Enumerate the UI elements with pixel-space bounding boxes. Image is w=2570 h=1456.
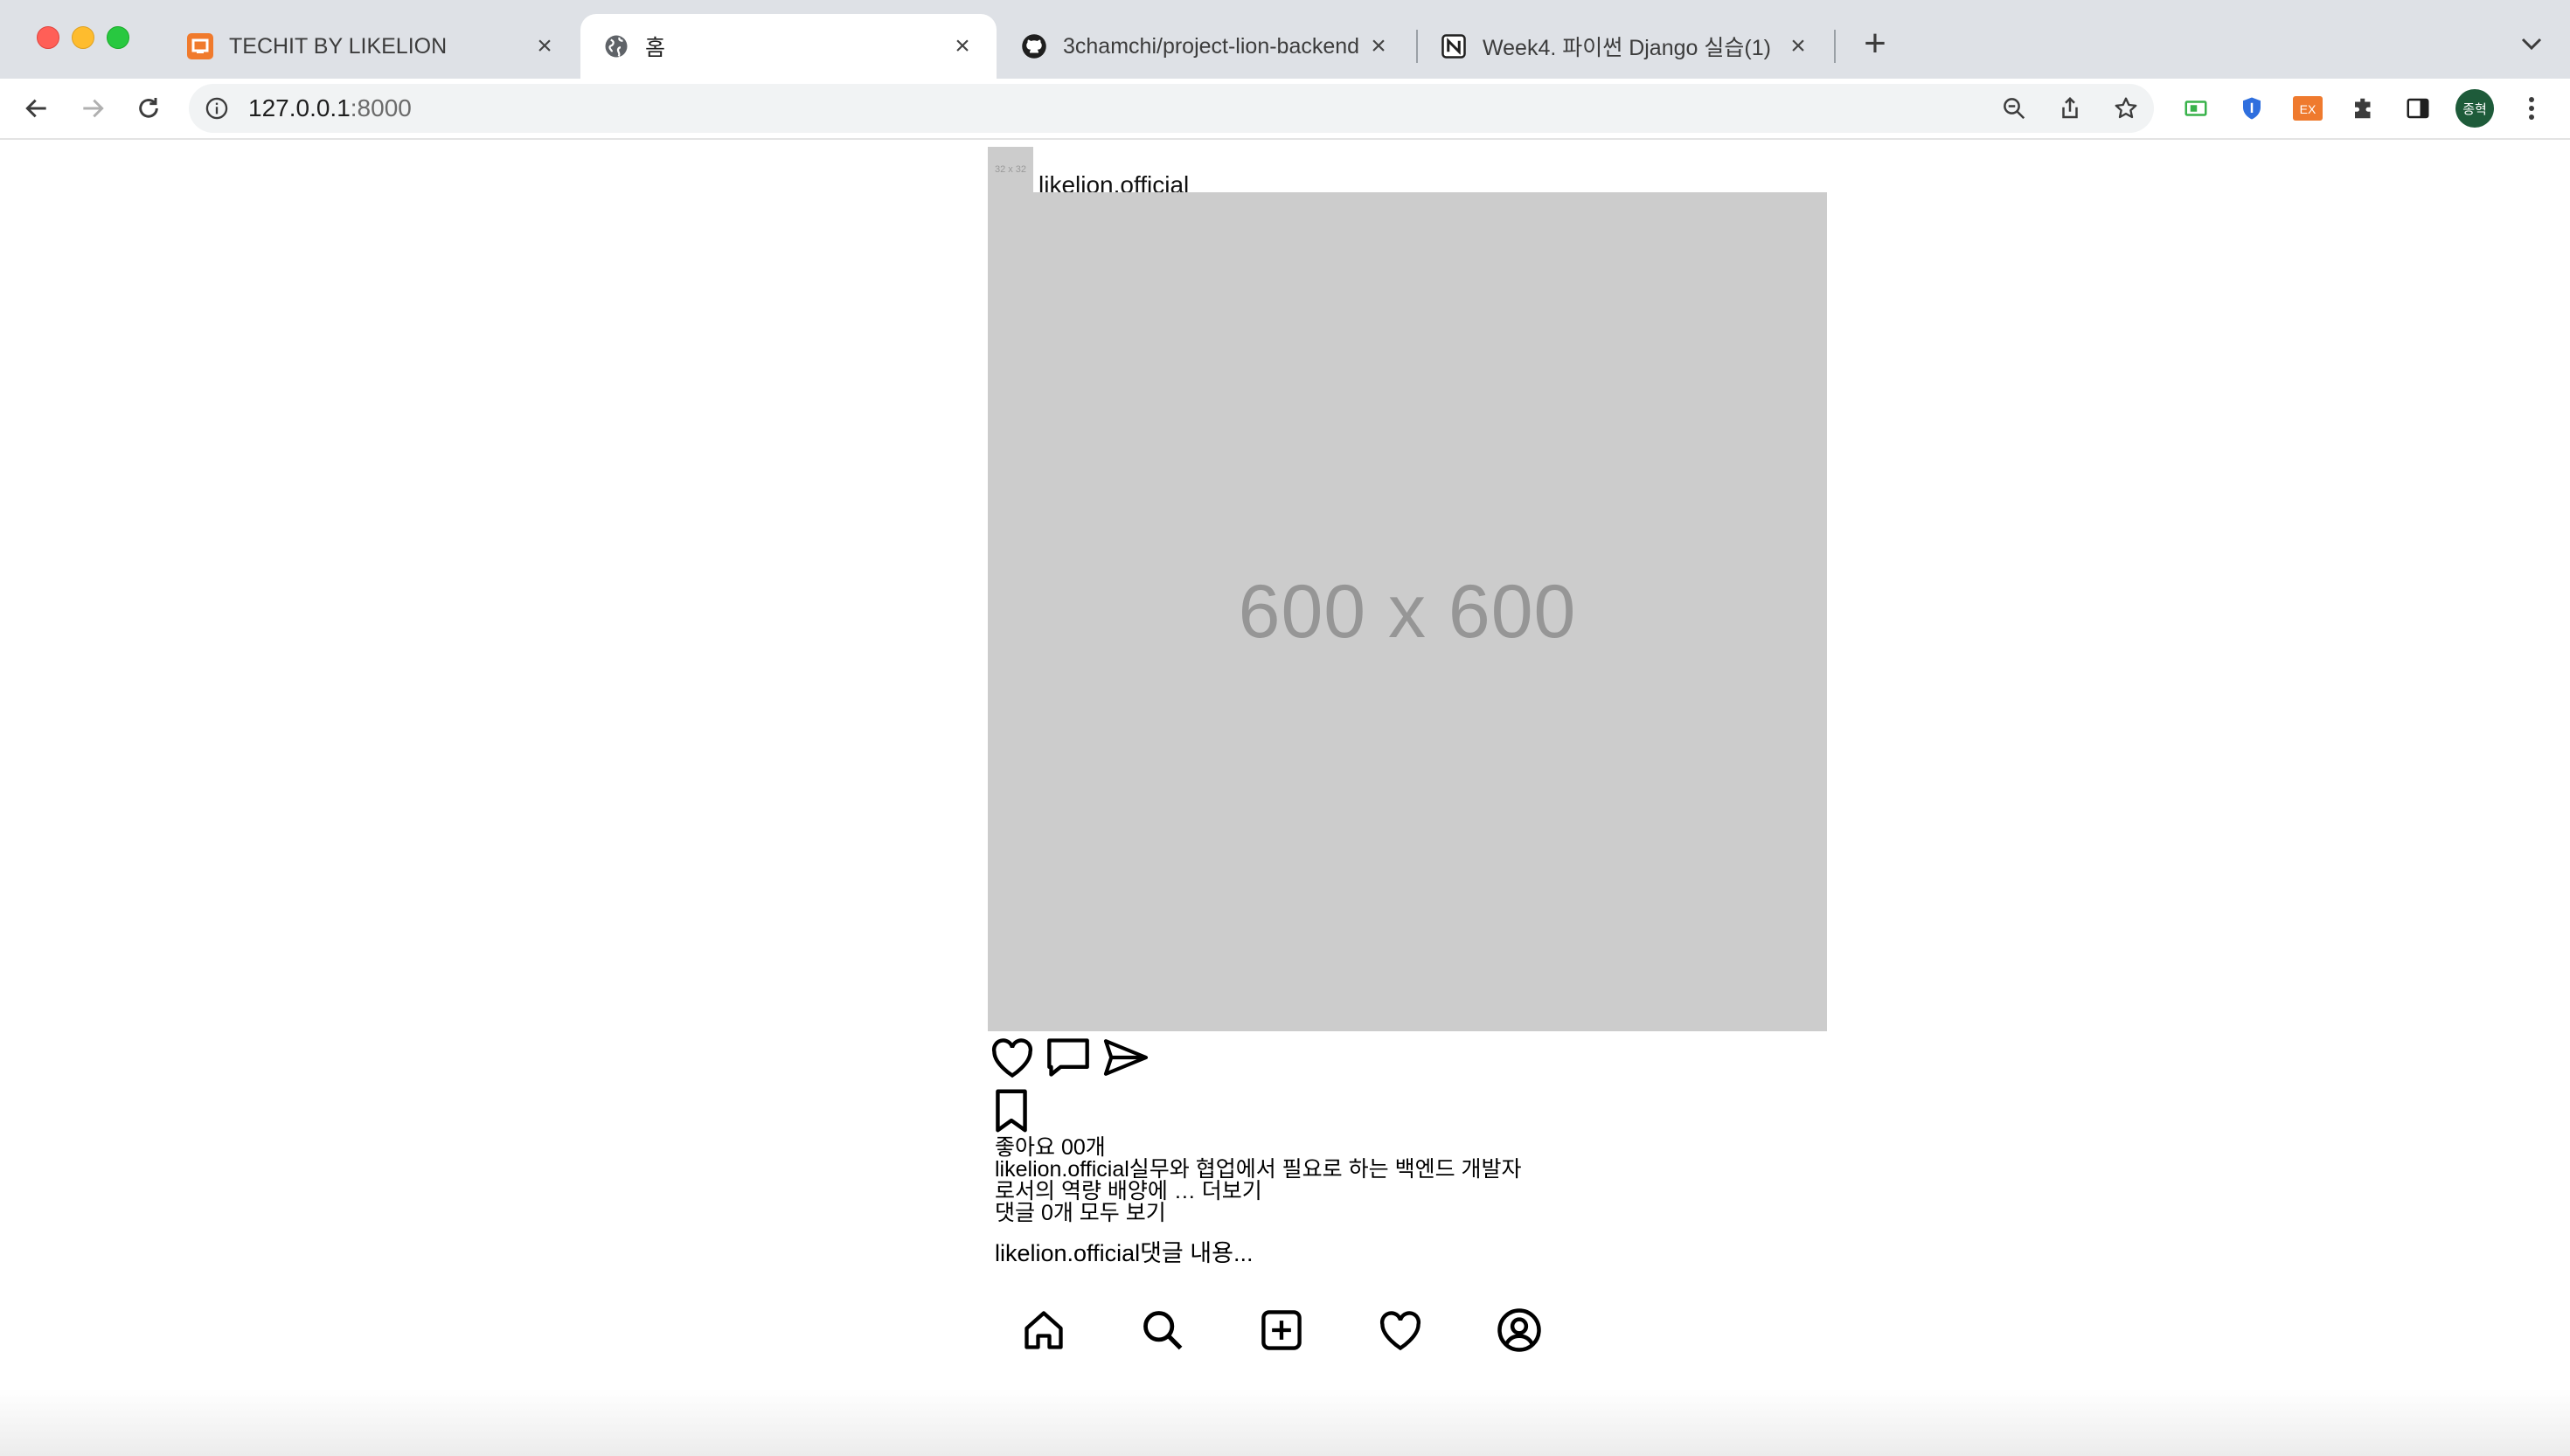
post-image: 600 x 600 bbox=[988, 192, 1827, 1031]
window-bottom-shadow bbox=[0, 1390, 2570, 1456]
side-panel-icon[interactable] bbox=[2400, 91, 2435, 126]
tab-close-icon[interactable]: × bbox=[1783, 31, 1813, 61]
tab-title: TECHIT BY LIKELION bbox=[229, 33, 448, 59]
url-port: :8000 bbox=[350, 94, 412, 121]
tab-notion[interactable]: Week4. 파이썬 Django 실습(1) × bbox=[1418, 14, 1832, 79]
address-bar[interactable]: 127.0.0.1:8000 bbox=[189, 84, 2154, 133]
page-viewport: 32 x 32 likelion.official 600 x 600 좋아요 … bbox=[0, 140, 2570, 1456]
extensions-puzzle-icon[interactable] bbox=[2346, 91, 2381, 126]
tab-home[interactable]: 홈 × bbox=[580, 14, 997, 79]
bottom-navigation bbox=[988, 1295, 1600, 1365]
new-tab-button[interactable]: + bbox=[1853, 22, 1897, 65]
shield-extension-icon[interactable] bbox=[2234, 91, 2269, 126]
window-close-button[interactable] bbox=[37, 26, 59, 49]
notion-icon bbox=[1441, 33, 1467, 59]
tab-techit[interactable]: TECHIT BY LIKELION × bbox=[164, 14, 579, 79]
tab-search-chevron-down-icon[interactable] bbox=[2514, 24, 2549, 63]
forward-button[interactable] bbox=[73, 89, 112, 128]
tab-github[interactable]: 3chamchi/project-lion-backend × bbox=[998, 14, 1413, 79]
tab-title: Week4. 파이썬 Django 실습(1) bbox=[1483, 36, 1771, 60]
github-icon bbox=[1021, 33, 1047, 59]
likes-count: 좋아요 00개 bbox=[995, 1135, 1106, 1160]
tab-close-icon[interactable]: × bbox=[1364, 31, 1393, 61]
caption-line-2[interactable]: 로서의 역량 배양에 … 더보기 bbox=[995, 1180, 1522, 1203]
reload-button[interactable] bbox=[129, 89, 168, 128]
caption-line-1: likelion.official실무와 협업에서 필요로 하는 백엔드 개발자 bbox=[995, 1157, 1522, 1182]
avatar-placeholder-text: 32 x 32 bbox=[994, 164, 1027, 175]
post-meta: 좋아요 00개 likelion.official실무와 협업에서 필요로 하는… bbox=[995, 1136, 1522, 1224]
techit-favicon-icon bbox=[187, 33, 213, 59]
view-all-comments-link[interactable]: 댓글 0개 모두 보기 bbox=[995, 1202, 1522, 1224]
share-send-icon[interactable] bbox=[1100, 1033, 1152, 1082]
post-actions bbox=[988, 1033, 1827, 1138]
tab-title: 홈 bbox=[645, 36, 666, 60]
zoom-out-icon[interactable] bbox=[1998, 93, 2030, 124]
url-text[interactable]: 127.0.0.1:8000 bbox=[248, 95, 412, 121]
profile-icon[interactable] bbox=[1495, 1306, 1544, 1355]
svg-text:EX: EX bbox=[2300, 102, 2316, 116]
browser-tab-bar: TECHIT BY LIKELION × 홈 × 3chamchi/projec… bbox=[0, 0, 2570, 79]
like-heart-icon[interactable] bbox=[988, 1033, 1037, 1082]
window-minimize-button[interactable] bbox=[72, 26, 94, 49]
home-icon[interactable] bbox=[1019, 1306, 1068, 1355]
comment-icon[interactable] bbox=[1044, 1033, 1093, 1082]
image-placeholder-text: 600 x 600 bbox=[1238, 569, 1577, 654]
browser-toolbar: 127.0.0.1:8000 EX 종혁 bbox=[0, 79, 2570, 140]
tab-close-icon[interactable]: × bbox=[530, 31, 559, 61]
post-author-avatar[interactable]: 32 x 32 bbox=[988, 147, 1033, 192]
tab-title: 3chamchi/project-lion-backend bbox=[1063, 33, 1360, 59]
url-host: 127.0.0.1 bbox=[248, 94, 351, 121]
ex-extension-icon[interactable]: EX bbox=[2290, 91, 2325, 126]
screen-extension-icon[interactable] bbox=[2178, 91, 2213, 126]
tab-separator bbox=[1834, 30, 1836, 63]
bookmark-star-icon[interactable] bbox=[2110, 93, 2142, 124]
tab-close-icon[interactable]: × bbox=[948, 31, 977, 61]
arrow-left-icon bbox=[25, 99, 46, 118]
add-post-icon[interactable] bbox=[1257, 1306, 1306, 1355]
share-icon[interactable] bbox=[2054, 93, 2086, 124]
reload-icon bbox=[139, 98, 158, 118]
profile-avatar[interactable]: 종혁 bbox=[2455, 89, 2494, 128]
arrow-right-icon bbox=[83, 99, 104, 118]
heart-icon[interactable] bbox=[1376, 1306, 1425, 1355]
search-icon[interactable] bbox=[1138, 1306, 1187, 1355]
globe-icon bbox=[603, 33, 629, 59]
bookmark-icon[interactable] bbox=[991, 1087, 1031, 1134]
comment-preview: likelion.official댓글 내용... bbox=[995, 1240, 1254, 1266]
window-zoom-button[interactable] bbox=[107, 26, 129, 49]
menu-kebab-icon[interactable] bbox=[2514, 91, 2549, 126]
site-info-icon[interactable] bbox=[201, 93, 233, 124]
back-button[interactable] bbox=[17, 89, 56, 128]
